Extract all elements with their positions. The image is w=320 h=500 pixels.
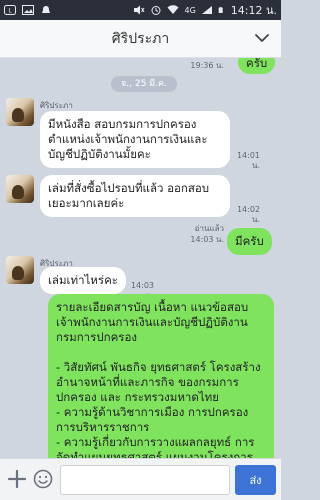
plus-icon[interactable] — [6, 468, 28, 490]
status-bar: L 4G 14:12 น. — [0, 0, 281, 20]
avatar[interactable] — [6, 175, 34, 203]
message-time: 14:01 น. — [236, 151, 260, 170]
message-time: 14:02 น. — [236, 205, 260, 224]
chevron-down-icon[interactable] — [253, 29, 271, 47]
message-input[interactable] — [60, 465, 230, 495]
message-input-bar: ส่ง — [0, 458, 281, 500]
message-time: 14:03 น. — [190, 235, 224, 244]
avatar[interactable] — [6, 98, 34, 126]
network-type: 4G — [184, 5, 196, 15]
emoji-icon[interactable] — [33, 469, 53, 489]
message-time: 19:36 น. — [190, 61, 224, 70]
alarm-icon — [151, 6, 161, 15]
incoming-message[interactable]: เล่มเท่าไหร่คะ — [40, 267, 126, 294]
outgoing-message[interactable]: มีครับ — [227, 228, 272, 255]
notification-icon — [42, 6, 50, 13]
send-button[interactable]: ส่ง — [235, 465, 276, 495]
signal-icon — [201, 6, 212, 14]
chat-header: ศิริประภา — [0, 20, 281, 58]
message-list[interactable]: 19:36 น. ครับ จ., 25 มี.ค. ศิริประภา มีห… — [0, 58, 281, 458]
battery-icon — [218, 7, 223, 13]
read-receipt: อ่านแล้ว — [194, 224, 224, 233]
contact-name: ศิริประภา — [111, 30, 170, 47]
avatar[interactable] — [6, 256, 34, 284]
line-app-icon: L — [4, 5, 16, 15]
clock: 14:12 น. — [230, 4, 277, 17]
mute-icon — [134, 5, 145, 15]
outgoing-message[interactable]: รายละเอียดสารบัญ เนื้อหา แนวข้อสอบ เจ้าพ… — [48, 294, 274, 458]
svg-text:L: L — [8, 8, 12, 15]
outgoing-message[interactable]: ครับ — [238, 58, 276, 74]
wifi-icon — [167, 5, 179, 14]
image-icon — [22, 5, 34, 15]
date-separator: จ., 25 มี.ค. — [111, 76, 177, 92]
incoming-message[interactable]: มีหนังสือ สอบกรมการปกครอง ตำแหน่งเจ้าพนั… — [40, 111, 230, 168]
incoming-message[interactable]: เล่มที่สั่งซื้อไปรอบที่แล้ว ออกสอบเยอะมา… — [40, 175, 230, 217]
